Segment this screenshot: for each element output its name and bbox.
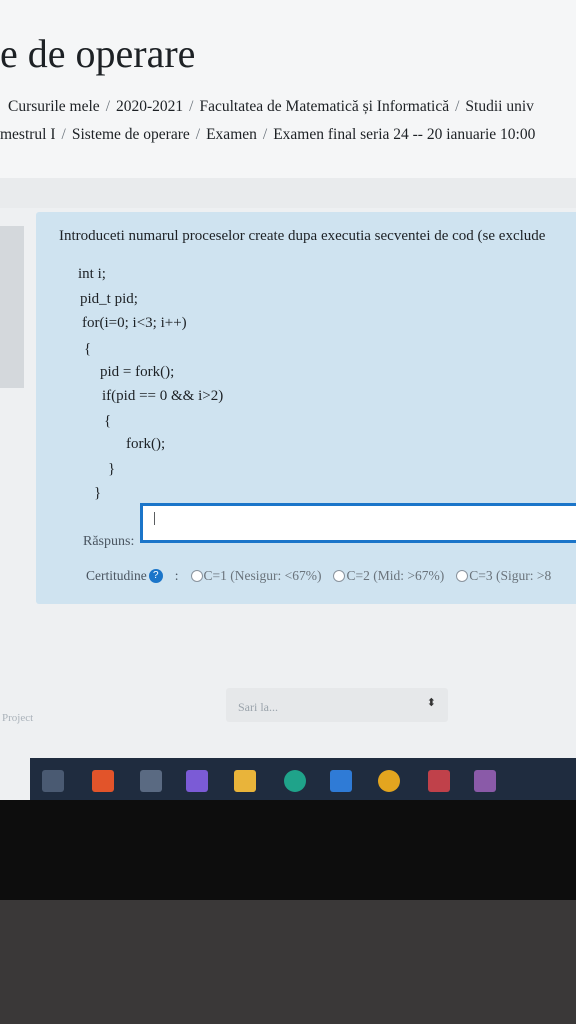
- breadcrumb-separator: /: [61, 126, 66, 143]
- page-header: e de operare Cursurile mele / 2020-2021 / Fa…: [0, 0, 576, 178]
- breadcrumb-item[interactable]: Examen: [206, 126, 257, 143]
- answer-label: Răspuns:: [83, 534, 135, 549]
- visual-studio-icon[interactable]: [186, 770, 208, 792]
- code-line: for(i=0; i<3; i++): [82, 315, 187, 331]
- taskbar: [30, 758, 576, 800]
- file-explorer-icon[interactable]: [234, 770, 256, 792]
- breadcrumb-item[interactable]: Examen final seria 24 -- 20 ianuarie 10:…: [273, 126, 535, 143]
- certitude-radio-3[interactable]: [456, 570, 469, 582]
- question-nav-panel: [0, 226, 24, 388]
- certitude-option-3[interactable]: C=3 (Sigur: >8: [469, 568, 551, 584]
- app-icon[interactable]: [474, 770, 496, 792]
- code-line: }: [108, 461, 116, 477]
- answer-input[interactable]: |: [140, 503, 576, 543]
- content-divider: [0, 178, 576, 208]
- code-line: pid_t pid;: [80, 291, 138, 307]
- chrome-icon[interactable]: [378, 770, 400, 792]
- help-icon[interactable]: ?: [148, 569, 163, 583]
- colon-separator: :: [174, 568, 179, 583]
- footer-project-link[interactable]: Project: [2, 712, 33, 724]
- breadcrumb-item[interactable]: Cursurile mele: [8, 98, 100, 115]
- jump-to-select[interactable]: Sari la... ⬍: [226, 688, 448, 722]
- store-icon[interactable]: [140, 770, 162, 792]
- vs-code-icon[interactable]: [330, 770, 352, 792]
- desk-surface: [0, 900, 576, 1024]
- breadcrumb-separator: /: [455, 98, 460, 115]
- code-line: {: [104, 413, 112, 429]
- question-text: Introduceti numarul proceselor create du…: [59, 228, 546, 244]
- question-box: Introduceti numarul proceselor create du…: [36, 212, 576, 604]
- code-line: {: [84, 341, 92, 357]
- media-icon[interactable]: [428, 770, 450, 792]
- code-line: if(pid == 0 && i>2): [102, 388, 224, 404]
- code-line: int i;: [78, 266, 106, 282]
- breadcrumb-separator: /: [195, 126, 201, 143]
- breadcrumb-item[interactable]: Studii univ: [465, 98, 533, 115]
- breadcrumb-separator: /: [189, 98, 194, 115]
- breadcrumb: Cursurile mele / 2020-2021 / Facultatea de M…: [8, 98, 534, 116]
- screen: e de operare Cursurile mele / 2020-2021 / Fa…: [0, 0, 576, 800]
- code-line: fork();: [126, 436, 166, 452]
- certitude-row: Certitudine ? : C=1 (Nesigur: <67%) C=2 …: [86, 568, 551, 584]
- select-arrow-icon: ⬍: [426, 697, 436, 709]
- monitor-bezel: [0, 800, 576, 900]
- breadcrumb-item[interactable]: Facultatea de Matematică și Informatică: [199, 98, 449, 115]
- jump-to-label: Sari la...: [238, 700, 278, 714]
- breadcrumb-item[interactable]: 2020-2021: [116, 98, 183, 115]
- breadcrumb-item[interactable]: mestrul I: [0, 126, 56, 143]
- edge-icon[interactable]: [284, 770, 306, 792]
- code-line: }: [94, 485, 102, 501]
- page-title: e de operare: [0, 31, 196, 76]
- code-line: pid = fork();: [100, 364, 175, 380]
- task-view-icon[interactable]: [42, 770, 64, 792]
- office-icon[interactable]: [92, 770, 114, 792]
- breadcrumb-item[interactable]: Sisteme de operare: [72, 126, 190, 143]
- breadcrumb-line-2: mestrul I / Sisteme de operare / Examen / Exam…: [0, 126, 535, 144]
- certitude-radio-2[interactable]: [333, 570, 346, 582]
- certitude-radio-1[interactable]: [190, 570, 203, 582]
- certitude-option-2[interactable]: C=2 (Mid: >67%): [346, 568, 444, 584]
- certitude-label: Certitudine: [86, 568, 147, 583]
- breadcrumb-separator: /: [105, 98, 110, 115]
- breadcrumb-separator: /: [262, 126, 268, 143]
- certitude-option-1[interactable]: C=1 (Nesigur: <67%): [204, 568, 322, 584]
